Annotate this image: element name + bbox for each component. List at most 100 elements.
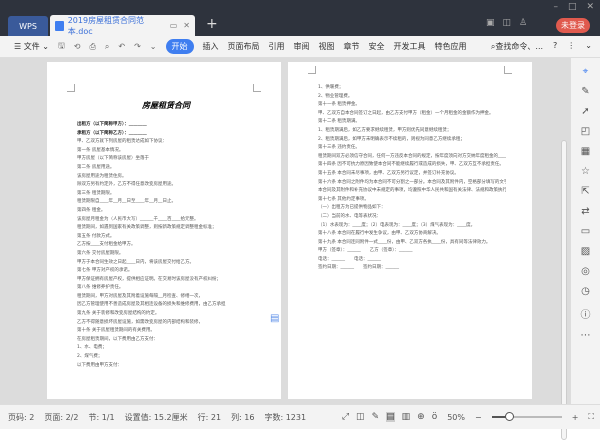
tab-insert[interactable]: 插入 [203,41,219,52]
wps-home-tab[interactable]: WPS [8,16,48,36]
file-menu-label: 文件 [23,42,40,51]
status-col[interactable]: 列: 16 [231,412,254,423]
save-icon[interactable]: 🖫 [58,40,65,54]
backup-icon[interactable]: ◎ [581,266,590,277]
share-icon[interactable]: ⇱ [581,186,589,197]
document-line: 出租方（以下简称甲方）：________ [77,122,147,127]
status-row[interactable]: 行: 21 [198,412,221,423]
document-line: （二）当前的水、电等表状况： [318,213,381,219]
tab-special[interactable]: 特色应用 [435,41,467,52]
status-words[interactable]: 字数: 1231 [264,412,306,423]
document-line: 电话：______ 电话：______ [318,256,381,262]
new-tab-button[interactable]: + [206,16,218,32]
help-icon[interactable]: ⓘ [581,306,591,321]
print-icon[interactable]: ⎙ [90,42,96,52]
shapes-icon[interactable]: ◰ [581,126,590,137]
outline-view-icon[interactable]: ▥ [402,412,411,422]
zoom-in-button[interactable]: + [572,413,579,422]
document-line: 甲方保证拥有房屋产权，提供相应证明。在交易时该房屋没有产权纠纷； [77,276,221,282]
template-icon[interactable]: ▦ [581,146,590,157]
document-line: 第九条 关于装修和改变房屋结构的约定。 [77,311,160,317]
login-button[interactable]: 未登录 [556,18,590,33]
web-view-icon[interactable]: ⊕ [417,412,425,422]
document-line: 甲方（签章）：______ 乙方（签章）：______ [318,248,413,254]
skin-icon[interactable]: ◫ [503,18,512,28]
document-icon [55,20,64,31]
command-search[interactable]: ⌕查找命令、... [491,41,543,52]
image-icon[interactable]: ▨ [581,246,590,257]
zoom-slider-knob[interactable] [505,412,515,421]
document-line: 第十七条 其他约定事项。 [318,196,369,202]
page-view-icon[interactable]: ▤ [386,412,395,422]
tab-view[interactable]: 视图 [319,41,335,52]
minimize-button[interactable]: – [553,2,558,12]
tab-review[interactable]: 审阅 [294,41,310,52]
document-line: 第一条 房屋基本情况。 [77,147,124,153]
tab-section[interactable]: 章节 [344,41,360,52]
document-line: 第十五条 本合同未尽事项，由甲、乙双方另行议定，并签订补充协议。 [318,170,459,176]
status-section[interactable]: 节: 1/1 [88,412,114,423]
document-line: 签约日期：______ 签约日期：______ [318,265,399,271]
document-line: 该房屋月租金为（人民币大写）______千____百____拾元整。 [77,216,199,222]
maximize-button[interactable]: □ [568,2,577,12]
page-2[interactable]: 1、供暖费； 2、物业管理费。 第十一条 租赁押金。 甲、乙双方自本合同签订之日起，由… [288,62,532,399]
customize-icon[interactable]: ⌄ [150,42,157,51]
tab-developer[interactable]: 开发工具 [394,41,426,52]
document-line: 第十一条 租赁押金。 [318,102,360,108]
document-line: 第十四条 因不可抗力原因致使本合同不能继续履行或造成的损失，甲、乙双方互不承担责… [318,162,504,168]
translate-icon[interactable]: ⇄ [581,206,589,217]
document-line: 甲方房屋（以下简称该房屋）坐落于 [77,156,149,162]
document-line: 甲、乙双方自本合同签订之日起，由乙方支付甲方（租金）一个月租金的金额作为押金。 [318,110,494,116]
pen-icon[interactable]: ✎ [581,86,589,97]
zoom-slider[interactable] [491,412,562,421]
document-line: 甲、乙双方就下列房屋的租赁达成如下协议： [77,139,167,145]
pin-icon[interactable]: ▭ [170,21,178,30]
tab-references[interactable]: 引用 [269,41,285,52]
frame-icon[interactable]: ▭ [581,226,590,237]
undo-icon[interactable]: ↶ [118,42,125,51]
write-mode-icon[interactable]: ✎ [372,412,380,422]
document-line: 2、租赁期满后，如甲方未明确表示不续租的，则视为同意乙方继续承租； [318,136,465,142]
document-line: 该房屋用途为租赁住房。 [77,173,127,179]
shirt-icon[interactable]: ♙ [519,18,527,28]
document-tab[interactable]: 2019房屋租赁合同范本.doc ▭ ✕ [50,15,195,36]
read-mode-icon[interactable]: ◫ [356,412,365,422]
tab-home[interactable]: 开始 [165,39,194,54]
fullscreen-icon[interactable]: ⤢ [342,412,349,422]
format-painter-icon[interactable]: ⟲ [74,42,81,51]
document-line: 租赁期限自____年__月__日至____年__月__日止。 [77,199,176,205]
file-menu[interactable]: ☰ 文件 ⌄ [14,41,49,52]
collapse-ribbon-icon[interactable]: ⌄ [585,41,592,52]
close-button[interactable]: ✕ [586,2,594,12]
history-icon[interactable]: ◷ [581,286,590,297]
close-tab-icon[interactable]: ✕ [183,21,190,30]
print-preview-icon[interactable]: ⌕ [105,42,109,52]
redo-icon[interactable]: ↷ [134,42,141,51]
window-count-icon[interactable]: ▣ [486,18,495,28]
status-setting[interactable]: 设置值: 15.2厘米 [125,412,188,423]
tab-security[interactable]: 安全 [369,41,385,52]
right-sidebar: ⌖ ✎ ➚ ◰ ▦ ☆ ⇱ ⇄ ▭ ▨ ◎ ◷ ⓘ ⋯ [570,58,600,404]
zoom-out-button[interactable]: − [475,413,482,422]
tab-page-layout[interactable]: 页面布局 [228,41,260,52]
more-icon[interactable]: ⋮ [567,41,575,52]
document-title: 房屋租赁合同 [142,101,190,110]
document-line: 租赁期间双方必须信守合同，任何一方违反本合同的规定，按年度须向对方交纳年度租金的… [318,153,506,159]
eye-protect-icon[interactable]: ö [432,412,438,422]
star-icon[interactable]: ☆ [581,166,590,177]
comment-marker-icon[interactable]: ▤ [270,313,279,324]
status-page[interactable]: 页码: 2 [8,412,34,423]
zoom-level[interactable]: 50% [447,413,465,422]
vertical-scrollbar[interactable] [561,140,567,440]
page-1[interactable]: 房屋租赁合同 出租方（以下简称甲方）：________ 承租方（以下简称乙方）：_… [47,62,281,399]
document-line: 因乙方管理使用不善造成房屋及其相连设备的损失和维修费用，由乙方承担 [77,302,226,308]
document-line: （一）出租方为已提供物品如下： [318,205,386,211]
document-line: 本合同及其附件和补充协议中未规定的事项，均遵照中华人民共和国有关法律、法规和政策… [318,188,506,194]
status-pages[interactable]: 页面: 2/2 [44,412,78,423]
fit-window-icon[interactable]: ⛶ [588,412,594,422]
more-tools-icon[interactable]: ⋯ [581,330,591,341]
document-line: 租赁期间，甲方对房屋及其附着设施每隔__月检查、修缮一次， [77,293,203,299]
select-icon[interactable]: ➚ [581,106,589,117]
location-icon[interactable]: ⌖ [583,66,589,77]
help-button[interactable]: ? [553,41,557,52]
